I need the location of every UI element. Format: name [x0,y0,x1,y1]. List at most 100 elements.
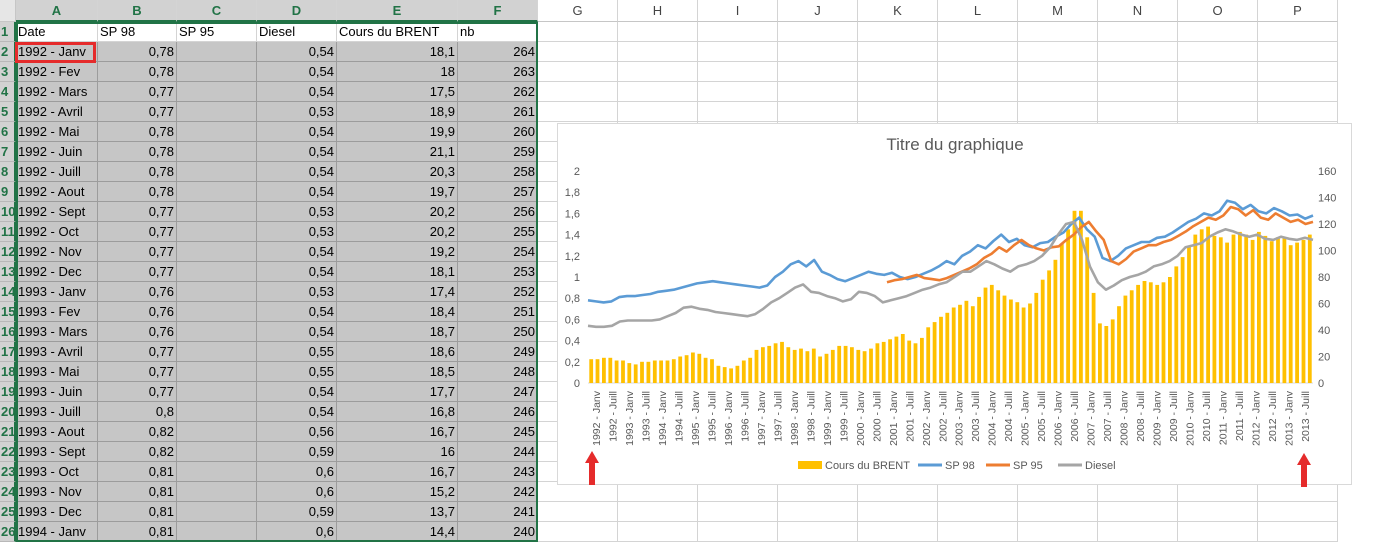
empty-cell[interactable] [1018,22,1098,42]
column-header-J[interactable]: J [778,0,858,22]
cell-C12[interactable] [177,242,257,262]
empty-cell[interactable] [698,62,778,82]
row-header-4[interactable]: 4 [0,82,16,102]
empty-cell[interactable] [778,102,858,122]
empty-cell[interactable] [858,522,938,542]
empty-cell[interactable] [1098,22,1178,42]
cell-F6[interactable]: 260 [458,122,538,142]
empty-cell[interactable] [858,82,938,102]
cell-B11[interactable]: 0,77 [98,222,177,242]
cell-F8[interactable]: 258 [458,162,538,182]
empty-cell[interactable] [1178,22,1258,42]
cell-F14[interactable]: 252 [458,282,538,302]
empty-cell[interactable] [618,502,698,522]
row-header-23[interactable]: 23 [0,462,16,482]
row-header-7[interactable]: 7 [0,142,16,162]
cell-D22[interactable]: 0,59 [257,442,337,462]
cell-B15[interactable]: 0,76 [98,302,177,322]
cell-F5[interactable]: 261 [458,102,538,122]
empty-cell[interactable] [538,502,618,522]
empty-cell[interactable] [1258,502,1338,522]
cell-B13[interactable]: 0,77 [98,262,177,282]
header-cell-F[interactable]: nb [458,22,538,42]
row-header-14[interactable]: 14 [0,282,16,302]
empty-cell[interactable] [1178,102,1258,122]
row-header-21[interactable]: 21 [0,422,16,442]
empty-cell[interactable] [938,42,1018,62]
empty-cell[interactable] [938,22,1018,42]
cell-B18[interactable]: 0,77 [98,362,177,382]
empty-cell[interactable] [1098,62,1178,82]
cell-A9[interactable]: 1992 - Aout [16,182,98,202]
empty-cell[interactable] [1098,522,1178,542]
cell-B8[interactable]: 0,78 [98,162,177,182]
column-header-F[interactable]: F [458,0,538,22]
cell-B23[interactable]: 0,81 [98,462,177,482]
cell-C22[interactable] [177,442,257,462]
column-header-M[interactable]: M [1018,0,1098,22]
empty-cell[interactable] [538,102,618,122]
cell-A15[interactable]: 1993 - Fev [16,302,98,322]
cell-D19[interactable]: 0,54 [257,382,337,402]
cell-D11[interactable]: 0,53 [257,222,337,242]
empty-cell[interactable] [1098,502,1178,522]
empty-cell[interactable] [1018,522,1098,542]
cell-D12[interactable]: 0,54 [257,242,337,262]
cell-E10[interactable]: 20,2 [337,202,458,222]
cell-D23[interactable]: 0,6 [257,462,337,482]
cell-C15[interactable] [177,302,257,322]
cell-F24[interactable]: 242 [458,482,538,502]
cell-B19[interactable]: 0,77 [98,382,177,402]
empty-cell[interactable] [1178,502,1258,522]
column-header-P[interactable]: P [1258,0,1338,22]
cell-C16[interactable] [177,322,257,342]
cell-A17[interactable]: 1993 - Avril [16,342,98,362]
cell-C7[interactable] [177,142,257,162]
cell-B5[interactable]: 0,77 [98,102,177,122]
empty-cell[interactable] [1098,42,1178,62]
chart[interactable]: Titre du graphique 0 0,2 0,4 0,6 0,8 1 1,2 1,4 1,… [557,123,1352,485]
empty-cell[interactable] [778,82,858,102]
cell-B3[interactable]: 0,78 [98,62,177,82]
empty-cell[interactable] [1018,502,1098,522]
cell-F20[interactable]: 246 [458,402,538,422]
empty-cell[interactable] [858,102,938,122]
cell-B6[interactable]: 0,78 [98,122,177,142]
column-header-N[interactable]: N [1098,0,1178,22]
cell-A26[interactable]: 1994 - Janv [16,522,98,542]
row-header-12[interactable]: 12 [0,242,16,262]
column-header-B[interactable]: B [98,0,177,22]
row-header-19[interactable]: 19 [0,382,16,402]
column-header-E[interactable]: E [337,0,458,22]
cell-A18[interactable]: 1993 - Mai [16,362,98,382]
row-header-10[interactable]: 10 [0,202,16,222]
cell-D10[interactable]: 0,53 [257,202,337,222]
empty-cell[interactable] [1018,62,1098,82]
cell-B21[interactable]: 0,82 [98,422,177,442]
row-header-16[interactable]: 16 [0,322,16,342]
header-cell-B[interactable]: SP 98 [98,22,177,42]
empty-cell[interactable] [698,502,778,522]
highlighted-cell-A2[interactable] [15,42,96,63]
cell-B14[interactable]: 0,76 [98,282,177,302]
empty-cell[interactable] [538,82,618,102]
row-header-24[interactable]: 24 [0,482,16,502]
empty-cell[interactable] [1018,42,1098,62]
cell-C8[interactable] [177,162,257,182]
cell-D17[interactable]: 0,55 [257,342,337,362]
cell-F12[interactable]: 254 [458,242,538,262]
cell-D18[interactable]: 0,55 [257,362,337,382]
empty-cell[interactable] [938,82,1018,102]
empty-cell[interactable] [1178,522,1258,542]
cell-C21[interactable] [177,422,257,442]
empty-cell[interactable] [698,102,778,122]
cell-F25[interactable]: 241 [458,502,538,522]
cell-F23[interactable]: 243 [458,462,538,482]
cell-B9[interactable]: 0,78 [98,182,177,202]
cell-F2[interactable]: 264 [458,42,538,62]
cell-C2[interactable] [177,42,257,62]
empty-cell[interactable] [1258,102,1338,122]
cell-F11[interactable]: 255 [458,222,538,242]
row-header-15[interactable]: 15 [0,302,16,322]
empty-cell[interactable] [698,42,778,62]
